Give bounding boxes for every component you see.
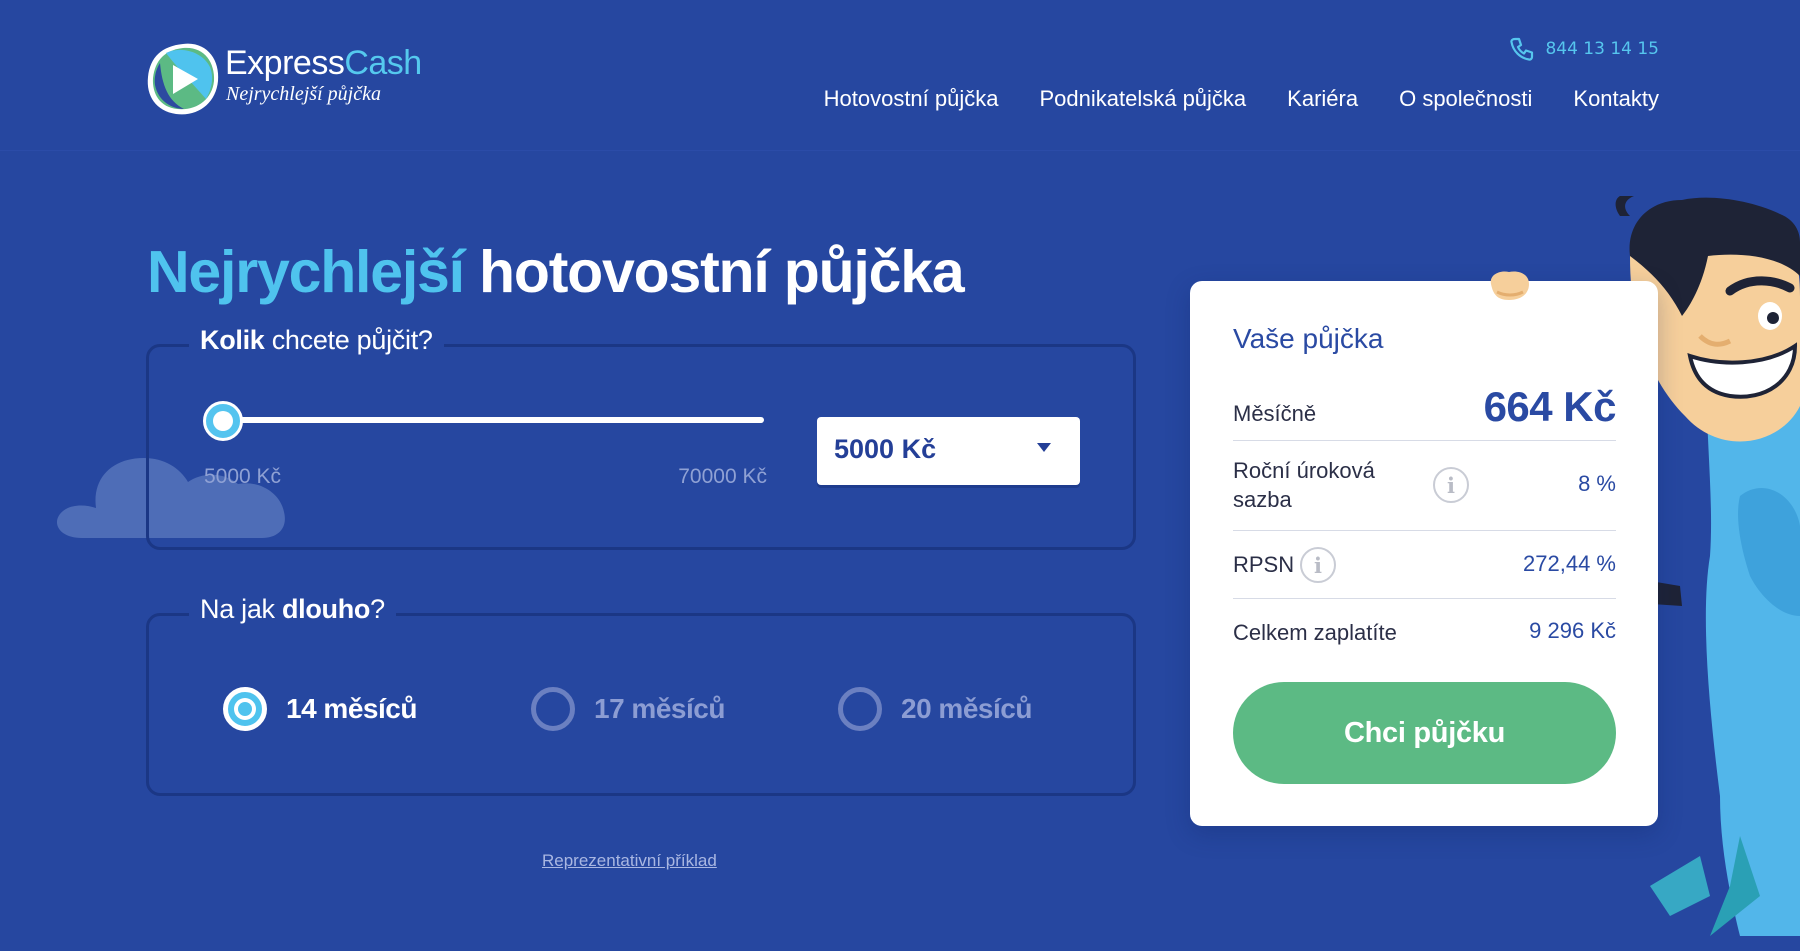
representative-example-link[interactable]: Reprezentativní příklad [542,851,717,871]
radio-unselected-icon [838,687,882,731]
amount-legend: Kolik chcete půjčit? [189,325,444,356]
phone-icon [1510,37,1534,61]
interest-rate-label: Roční úroková sazba [1233,458,1375,512]
interest-rate-value: 8 % [1578,471,1616,496]
monthly-label: Měsíčně [1233,401,1317,426]
total-label: Celkem zaplatíte [1233,620,1397,645]
site-header: ExpressCash Nejrychlejší půjčka 844 13 1… [0,0,1800,151]
term-legend-pre: Na jak [200,594,275,624]
radio-selected-icon [223,687,267,731]
term-option-20[interactable]: 20 měsíců [838,687,1032,731]
phone-link[interactable]: 844 13 14 15 [1509,36,1659,62]
card-title: Vaše půjčka [1233,323,1384,354]
amount-dropdown-value: 5000 Kč [834,434,937,464]
info-icon[interactable]: i [1300,547,1336,583]
term-legend: Na jak dlouho? [189,594,396,625]
brand-name: ExpressCash [225,44,422,83]
slider-min-label: 5000 Kč [204,465,282,488]
page-title: Nejrychlejší hotovostní půjčka [147,238,965,306]
total-row: Celkem zaplatíte 9 296 Kč [1233,599,1616,665]
amount-dropdown[interactable]: 5000 Kč [817,417,1080,485]
main-nav: Hotovostní půjčka Podnikatelská půjčka K… [783,86,1659,112]
brand-tagline: Nejrychlejší půjčka [226,83,381,105]
monthly-row: Měsíčně 664 Kč [1233,377,1617,441]
brand-name-cash: Cash [344,44,422,82]
nav-career[interactable]: Kariéra [1287,86,1358,112]
info-icon[interactable]: i [1433,467,1469,503]
nav-contacts[interactable]: Kontakty [1573,86,1659,112]
brand-name-express: Express [225,44,345,82]
amount-legend-rest: chcete půjčit? [271,325,433,355]
nav-business-loan[interactable]: Podnikatelská půjčka [1039,86,1246,112]
amount-section: Kolik chcete půjčit? 5000 Kč 70000 Kč 50… [146,325,1136,550]
total-value: 9 296 Kč [1529,618,1616,643]
mascot-hand-illustration [1490,271,1529,300]
term-option-14[interactable]: 14 měsíců [223,687,417,731]
amount-slider-handle[interactable] [203,401,243,441]
page-title-rest: hotovostní půjčka [479,239,965,305]
request-loan-button[interactable]: Chci půjčku [1233,682,1616,784]
term-option-label: 20 měsíců [901,693,1032,724]
loan-summary-card: Vaše půjčka Měsíčně 664 Kč Roční úroková… [1190,281,1658,826]
slider-max-label: 70000 Kč [678,465,767,488]
amount-slider-track[interactable] [213,417,764,423]
page-title-accent: Nejrychlejší [147,239,465,305]
dropdown-caret-icon [1037,443,1051,452]
nav-cash-loan[interactable]: Hotovostní půjčka [824,86,999,112]
logo-play-icon [147,43,219,115]
term-section: Na jak dlouho? 14 měsíců 17 měsíců 20 mě… [146,594,1136,796]
phone-number: 844 13 14 15 [1545,39,1659,59]
radio-unselected-icon [531,687,575,731]
interest-rate-row: Roční úroková sazba i 8 % [1233,441,1616,531]
brand-logo[interactable]: ExpressCash Nejrychlejší půjčka [146,40,446,120]
rpsn-row: RPSN i 272,44 % [1233,531,1616,599]
term-option-label: 17 měsíců [594,693,725,724]
amount-legend-bold: Kolik [200,325,265,355]
term-option-17[interactable]: 17 měsíců [531,687,725,731]
term-legend-bold: dlouho [281,594,371,624]
term-option-label: 14 měsíců [286,693,417,724]
monthly-value: 664 Kč [1483,383,1617,430]
rpsn-label: RPSN [1233,552,1295,577]
term-legend-post: ? [370,594,385,624]
rpsn-value: 272,44 % [1523,551,1616,576]
nav-about[interactable]: O společnosti [1399,86,1532,112]
